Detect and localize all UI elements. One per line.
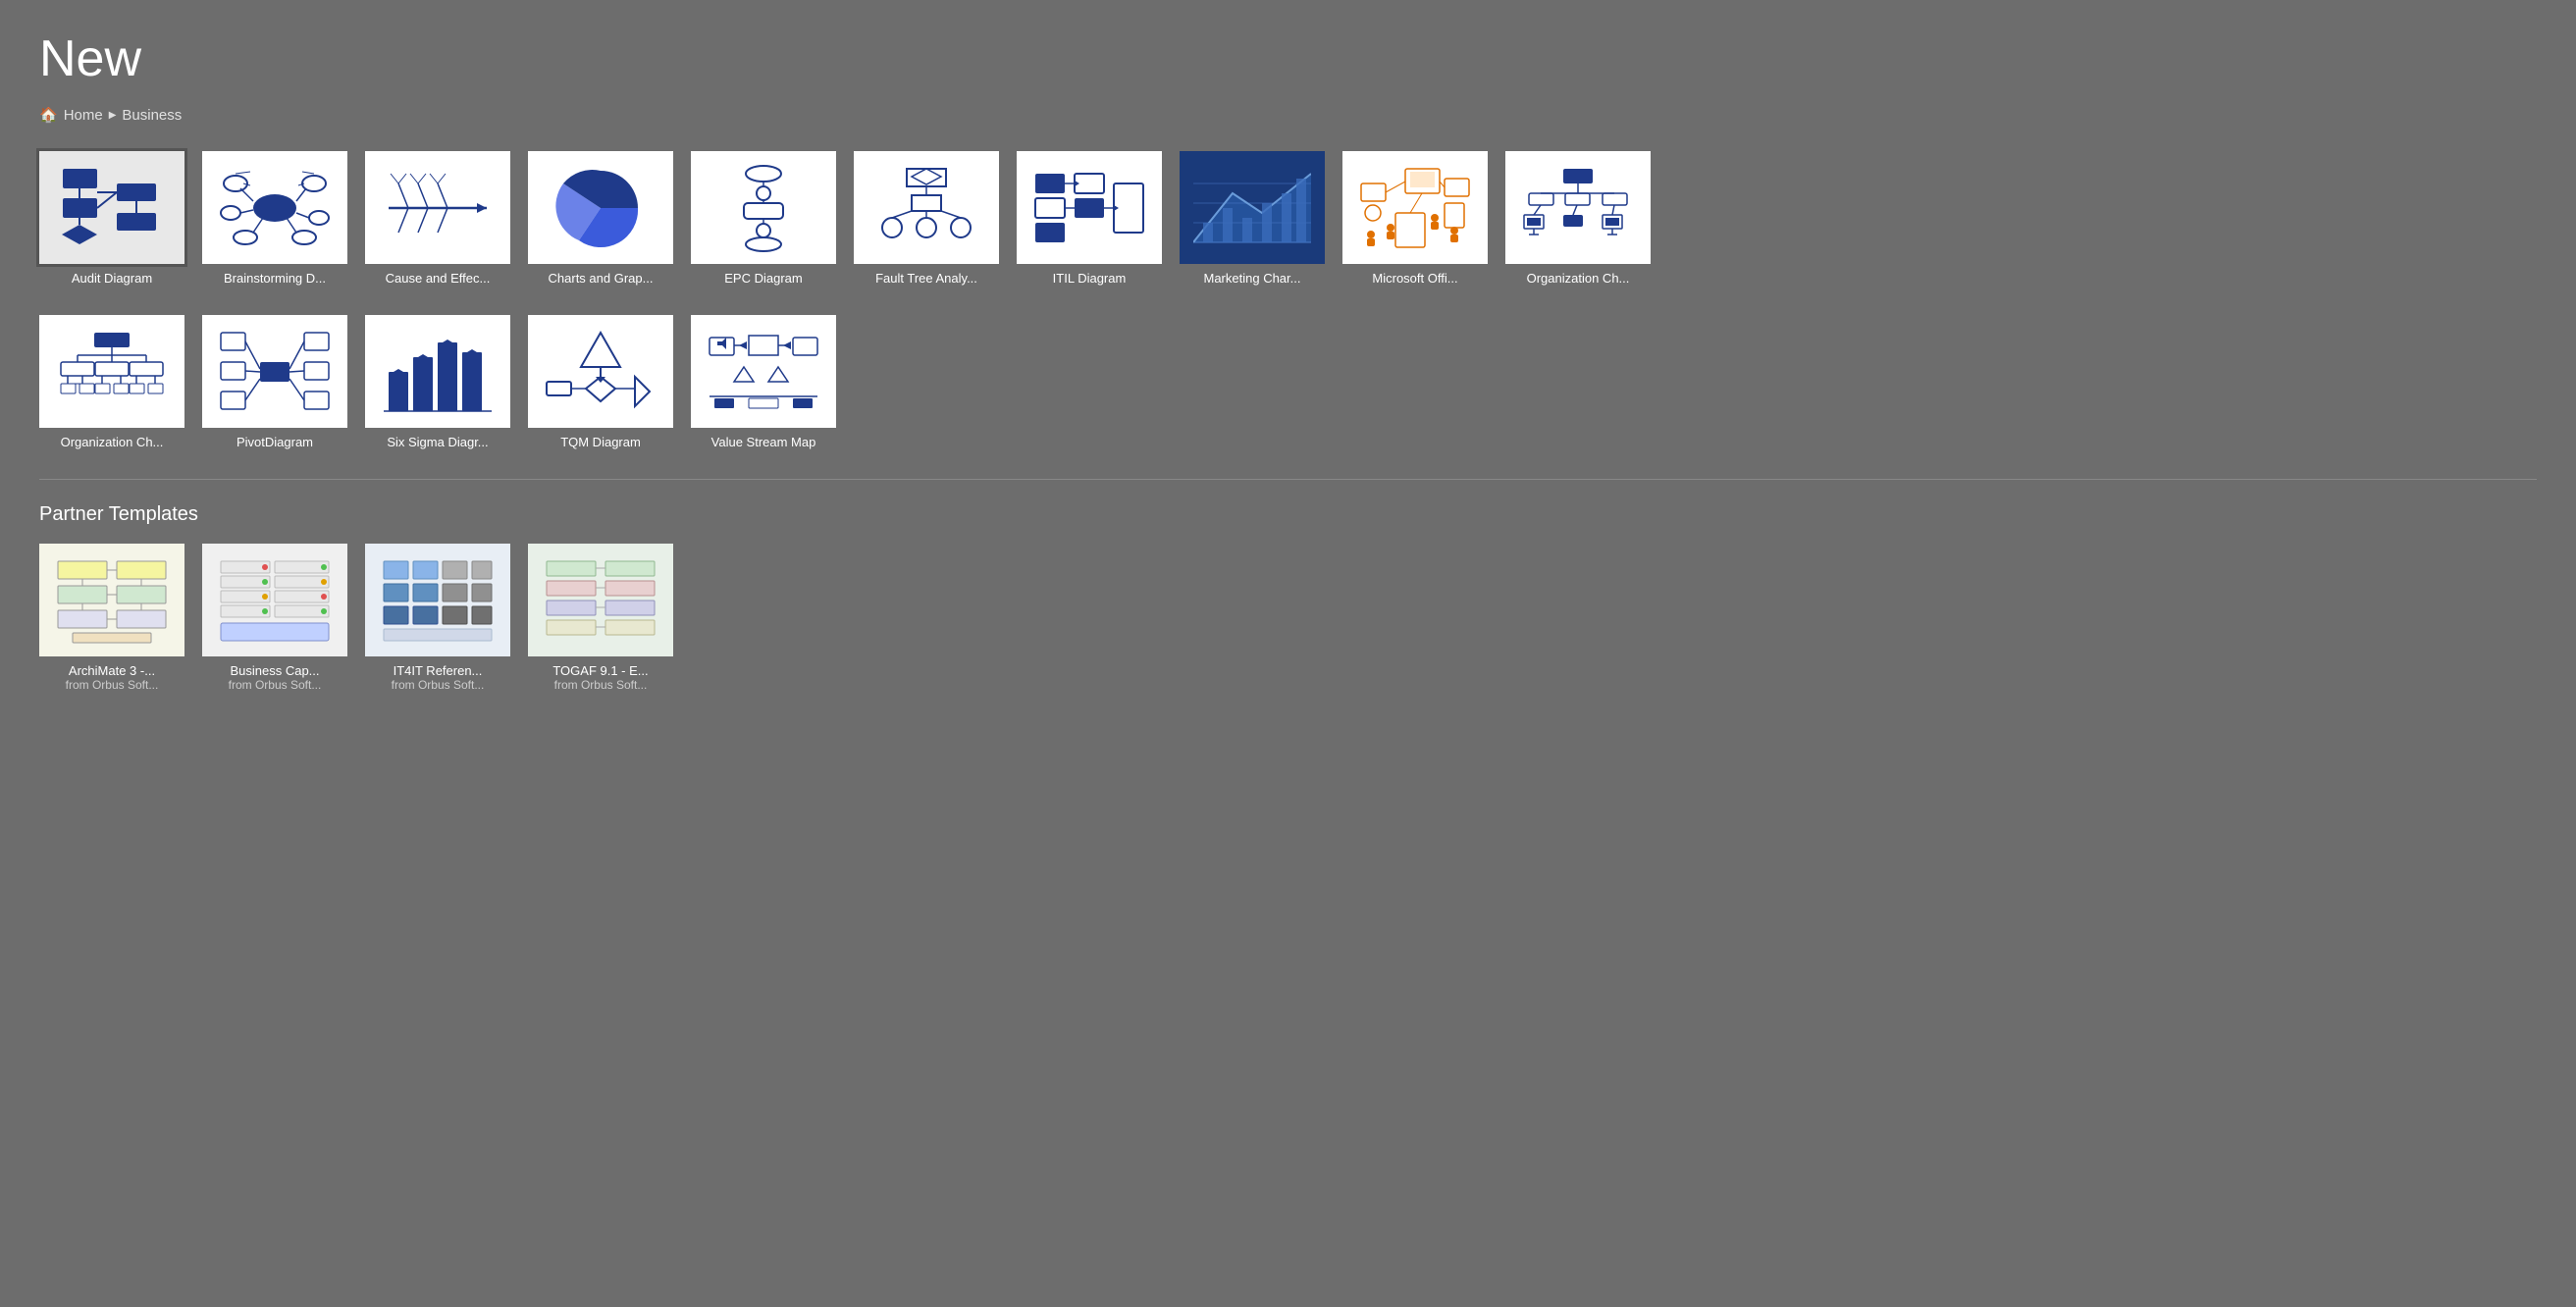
template-card-pivot[interactable]: PivotDiagram bbox=[202, 315, 347, 449]
business-template-grid: Audit Diagram bbox=[39, 151, 2537, 286]
card-sublabel-bizcap: from Orbus Soft... bbox=[202, 678, 347, 692]
card-label-orgchart1-row1: Organization Ch... bbox=[1505, 271, 1651, 286]
template-card-epc[interactable]: EPC Diagram bbox=[691, 151, 836, 286]
page-title: New bbox=[39, 29, 2537, 88]
section-divider bbox=[39, 479, 2537, 480]
card-thumb-fault bbox=[854, 151, 999, 264]
business-template-grid-row2: Organization Ch... PivotDiagram bbox=[39, 315, 2537, 449]
card-thumb-togaf bbox=[528, 544, 673, 656]
card-label-tqm: TQM Diagram bbox=[528, 435, 673, 449]
card-label-cause: Cause and Effec... bbox=[365, 271, 510, 286]
card-sublabel-it4it: from Orbus Soft... bbox=[365, 678, 510, 692]
card-label-audit: Audit Diagram bbox=[39, 271, 184, 286]
breadcrumb-separator: ▶ bbox=[109, 110, 117, 121]
card-label-pivot: PivotDiagram bbox=[202, 435, 347, 449]
card-thumb-bizcap bbox=[202, 544, 347, 656]
card-thumb-sixsigma bbox=[365, 315, 510, 428]
card-thumb-cause bbox=[365, 151, 510, 264]
template-card-orgchart2[interactable]: Organization Ch... bbox=[39, 315, 184, 449]
card-label-itil: ITIL Diagram bbox=[1017, 271, 1162, 286]
card-thumb-msoffice bbox=[1342, 151, 1488, 264]
card-label-it4it: IT4IT Referen... bbox=[365, 663, 510, 678]
card-label-archimate: ArchiMate 3 -... bbox=[39, 663, 184, 678]
template-card-itil[interactable]: ITIL Diagram bbox=[1017, 151, 1162, 286]
card-thumb-epc bbox=[691, 151, 836, 264]
template-card-it4it[interactable]: IT4IT Referen... from Orbus Soft... bbox=[365, 544, 510, 692]
card-thumb-valuestream bbox=[691, 315, 836, 428]
template-card-audit[interactable]: Audit Diagram bbox=[39, 151, 184, 286]
card-label-charts: Charts and Grap... bbox=[528, 271, 673, 286]
card-thumb-pivot bbox=[202, 315, 347, 428]
template-card-bizcap[interactable]: Business Cap... from Orbus Soft... bbox=[202, 544, 347, 692]
card-label-msoffice: Microsoft Offi... bbox=[1342, 271, 1488, 286]
template-card-sixsigma[interactable]: Six Sigma Diagr... bbox=[365, 315, 510, 449]
breadcrumb-current: Business bbox=[122, 107, 182, 124]
template-card-orgchart1[interactable]: Organization Ch... bbox=[1505, 151, 1651, 286]
card-thumb-archimate bbox=[39, 544, 184, 656]
template-card-tqm[interactable]: TQM Diagram bbox=[528, 315, 673, 449]
card-label-togaf: TOGAF 9.1 - E... bbox=[528, 663, 673, 678]
card-thumb-orgchart1 bbox=[1505, 151, 1651, 264]
card-label-valuestream: Value Stream Map bbox=[691, 435, 836, 449]
template-card-marketing[interactable]: Marketing Char... bbox=[1180, 151, 1325, 286]
card-thumb-itil bbox=[1017, 151, 1162, 264]
card-thumb-charts bbox=[528, 151, 673, 264]
breadcrumb-home[interactable]: Home bbox=[64, 107, 103, 124]
template-card-fault[interactable]: Fault Tree Analy... bbox=[854, 151, 999, 286]
card-thumb-audit bbox=[39, 151, 184, 264]
card-label-epc: EPC Diagram bbox=[691, 271, 836, 286]
card-thumb-brainstorming bbox=[202, 151, 347, 264]
card-label-marketing: Marketing Char... bbox=[1180, 271, 1325, 286]
card-label-fault: Fault Tree Analy... bbox=[854, 271, 999, 286]
card-label-orgchart2: Organization Ch... bbox=[39, 435, 184, 449]
card-sublabel-togaf: from Orbus Soft... bbox=[528, 678, 673, 692]
template-card-valuestream[interactable]: Value Stream Map bbox=[691, 315, 836, 449]
card-thumb-it4it bbox=[365, 544, 510, 656]
template-card-charts[interactable]: Charts and Grap... bbox=[528, 151, 673, 286]
card-thumb-marketing bbox=[1180, 151, 1325, 264]
card-thumb-orgchart2 bbox=[39, 315, 184, 428]
card-label-brainstorming: Brainstorming D... bbox=[202, 271, 347, 286]
partner-template-grid: ArchiMate 3 -... from Orbus Soft... bbox=[39, 544, 2537, 692]
template-card-msoffice[interactable]: Microsoft Offi... bbox=[1342, 151, 1488, 286]
home-icon: 🏠 bbox=[39, 106, 58, 124]
template-card-archimate[interactable]: ArchiMate 3 -... from Orbus Soft... bbox=[39, 544, 184, 692]
template-card-brainstorming[interactable]: Brainstorming D... bbox=[202, 151, 347, 286]
template-card-cause[interactable]: Cause and Effec... bbox=[365, 151, 510, 286]
card-label-sixsigma: Six Sigma Diagr... bbox=[365, 435, 510, 449]
card-thumb-tqm bbox=[528, 315, 673, 428]
card-label-bizcap: Business Cap... bbox=[202, 663, 347, 678]
card-sublabel-archimate: from Orbus Soft... bbox=[39, 678, 184, 692]
partner-templates-label: Partner Templates bbox=[39, 503, 2537, 526]
breadcrumb: 🏠 Home ▶ Business bbox=[39, 106, 2537, 124]
template-card-togaf[interactable]: TOGAF 9.1 - E... from Orbus Soft... bbox=[528, 544, 673, 692]
